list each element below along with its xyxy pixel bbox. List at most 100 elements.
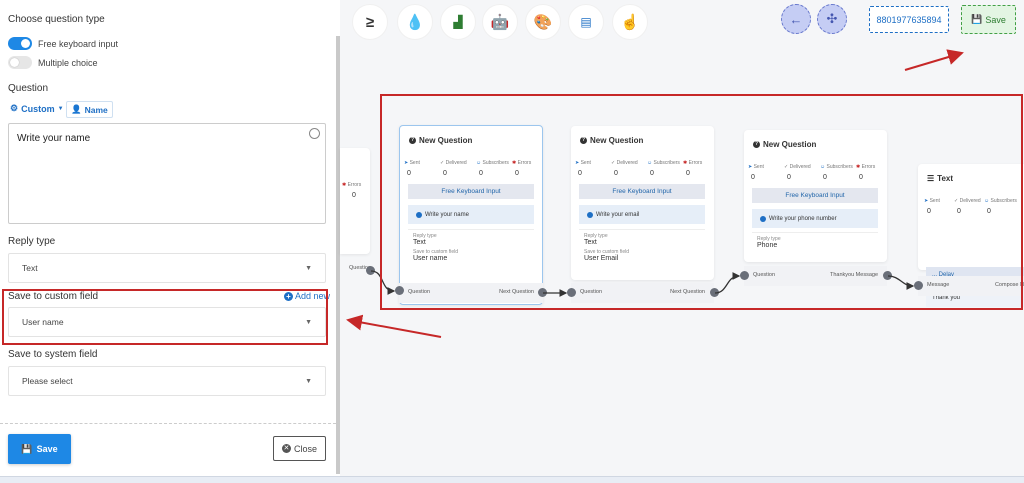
bug-icon: ✱ xyxy=(342,182,347,188)
option-free-keyboard[interactable]: Free keyboard input xyxy=(8,37,118,50)
floppy-icon: 💾 xyxy=(971,14,983,24)
input-port[interactable] xyxy=(914,281,923,290)
robot-tool-button[interactable]: 🤖 xyxy=(482,4,518,40)
info-icon xyxy=(760,215,766,222)
hand-tool-button[interactable]: ☝ xyxy=(612,4,648,40)
card-stats: ➤ Sent 0 ✓ Delivered 0 ☺ Subscribers 0 ✱ Er… xyxy=(748,164,876,181)
custom-dropdown-button[interactable]: ⚙ Custom ▼ xyxy=(10,103,64,114)
toggle-off-icon[interactable] xyxy=(8,56,32,69)
reply-type-select[interactable]: Text ▼ xyxy=(8,253,326,283)
free-keyboard-button[interactable]: Free Keyboard Input xyxy=(579,184,705,199)
user-icon: 👤 xyxy=(71,104,82,114)
bug-icon: ✱ xyxy=(856,164,861,170)
chart-tool-button[interactable]: ▟ xyxy=(440,4,476,40)
free-keyboard-button[interactable]: Free Keyboard Input xyxy=(752,188,878,203)
caret-down-icon: ▼ xyxy=(305,377,312,385)
output-port[interactable] xyxy=(883,271,892,280)
question-icon: ? xyxy=(753,141,760,148)
top-save-button[interactable]: 💾 Save xyxy=(961,5,1016,34)
check-icon: ✓ xyxy=(954,198,959,204)
question-settings-panel: Choose question type Free keyboard input… xyxy=(0,0,336,476)
partial-card[interactable]: ✱ Errors 0 xyxy=(340,148,370,254)
question-prompt: Write your name xyxy=(408,205,534,224)
send-icon: ➤ xyxy=(575,160,580,166)
excel-tool-button[interactable]: ▤ xyxy=(568,4,604,40)
save-button[interactable]: 💾 Save xyxy=(8,434,71,464)
caret-down-icon: ▼ xyxy=(305,264,312,272)
back-button[interactable]: ← xyxy=(781,4,811,34)
chart-icon: ▟ xyxy=(453,15,463,29)
system-field-select[interactable]: Please select ▼ xyxy=(8,366,326,396)
card-stats: ➤ Sent 0 ✓ Delivered 0 ☺ Subscribers 0 ✱ Er… xyxy=(404,160,532,177)
align-left-icon: ☰ xyxy=(927,174,935,183)
text-message-card[interactable]: ☰ Text ➤ Sent 0 ✓ Delivered 0 ☺ Subscribers… xyxy=(918,164,1024,307)
question-icon: ? xyxy=(580,137,587,144)
caret-down-icon: ▼ xyxy=(57,105,64,112)
users-icon: ☺ xyxy=(820,164,826,170)
question-card-email[interactable]: ? New Question ➤ Sent 0 ✓ Delivered 0 ☺ Sub… xyxy=(571,126,714,280)
check-icon: ✓ xyxy=(784,164,789,170)
free-keyboard-button[interactable]: Free Keyboard Input xyxy=(408,184,534,199)
card-ports: Question Thankyou Message xyxy=(744,266,887,286)
info-icon xyxy=(416,211,422,218)
card-title: Text xyxy=(937,174,954,183)
card-stats: ➤ Sent 0 ✓ Delivered 0 ☺ Subscribers 0 xyxy=(924,198,1017,215)
info-icon xyxy=(587,211,593,218)
reply-info: Reply type Text Save to custom field Use… xyxy=(408,229,534,262)
input-port[interactable] xyxy=(740,271,749,280)
system-field-title: Save to system field xyxy=(8,349,98,360)
question-card-name[interactable]: ? New Question ➤ Sent 0 ✓ Delivered 0 ☺ Sub… xyxy=(399,125,543,305)
close-button[interactable]: ✕ Close xyxy=(273,436,326,461)
question-title: Question xyxy=(8,83,49,94)
toggle-on-icon[interactable] xyxy=(8,37,32,50)
compress-icon: ✣ xyxy=(826,11,838,26)
arrow-left-icon: ← xyxy=(789,11,803,27)
highlight-box-custom-field xyxy=(2,289,328,345)
question-type-title: Choose question type xyxy=(8,14,105,25)
question-prompt: Write your email xyxy=(579,205,705,224)
name-variable-button[interactable]: 👤 Name xyxy=(66,101,113,118)
drop-tool-button[interactable]: 💧 xyxy=(397,4,433,40)
stat-value: 0 xyxy=(352,192,356,199)
card-stats: ➤ Sent 0 ✓ Delivered 0 ☺ Subscribers 0 ✱ Er… xyxy=(575,160,703,177)
os-taskbar xyxy=(0,476,1024,483)
users-icon: ☺ xyxy=(647,160,653,166)
drop-icon: 💧 xyxy=(405,14,425,31)
fit-view-button[interactable]: ✣ xyxy=(817,4,847,34)
palette-tool-button[interactable]: 🎨 xyxy=(525,4,561,40)
card-title: New Question xyxy=(419,136,473,145)
gears-icon: ⚙ xyxy=(10,103,19,113)
reply-info: Reply type Phone xyxy=(752,232,878,249)
option-label: Free keyboard input xyxy=(38,38,119,49)
send-icon: ➤ xyxy=(924,198,929,204)
check-icon: ✓ xyxy=(440,160,445,166)
reply-type-title: Reply type xyxy=(8,236,56,247)
question-prompt: Write your phone number xyxy=(752,209,878,228)
floppy-icon: 💾 xyxy=(21,443,33,454)
output-port[interactable] xyxy=(538,288,547,297)
send-icon: ➤ xyxy=(404,160,409,166)
input-port[interactable] xyxy=(395,286,404,295)
stat-label-errors: ✱ Errors xyxy=(342,182,362,188)
output-port[interactable] xyxy=(366,266,375,275)
close-icon: ✕ xyxy=(281,444,291,453)
phone-number-chip[interactable]: 8801977635894 xyxy=(869,6,949,33)
robot-icon: 🤖 xyxy=(490,14,510,31)
check-icon: ✓ xyxy=(611,160,616,166)
output-port[interactable] xyxy=(710,288,719,297)
users-icon: ☺ xyxy=(984,198,990,204)
option-multiple-choice[interactable]: Multiple choice xyxy=(8,56,98,69)
excel-icon: ▤ xyxy=(580,15,592,29)
bug-icon: ✱ xyxy=(512,160,517,166)
hand-icon: ☝ xyxy=(620,14,640,31)
question-card-phone[interactable]: ? New Question ➤ Sent 0 ✓ Delivered 0 ☺ Sub… xyxy=(744,130,887,262)
emoji-icon[interactable] xyxy=(309,128,320,139)
card-title: New Question xyxy=(763,140,817,149)
question-textarea[interactable]: Write your name xyxy=(8,123,326,224)
card-ports: Message Compose N xyxy=(918,276,1024,296)
card-title: New Question xyxy=(590,136,644,145)
palette-icon: 🎨 xyxy=(533,14,553,31)
input-port[interactable] xyxy=(567,288,576,297)
condition-tool-button[interactable]: ≥ xyxy=(352,4,388,40)
card-ports: Question Next Question xyxy=(399,283,543,303)
